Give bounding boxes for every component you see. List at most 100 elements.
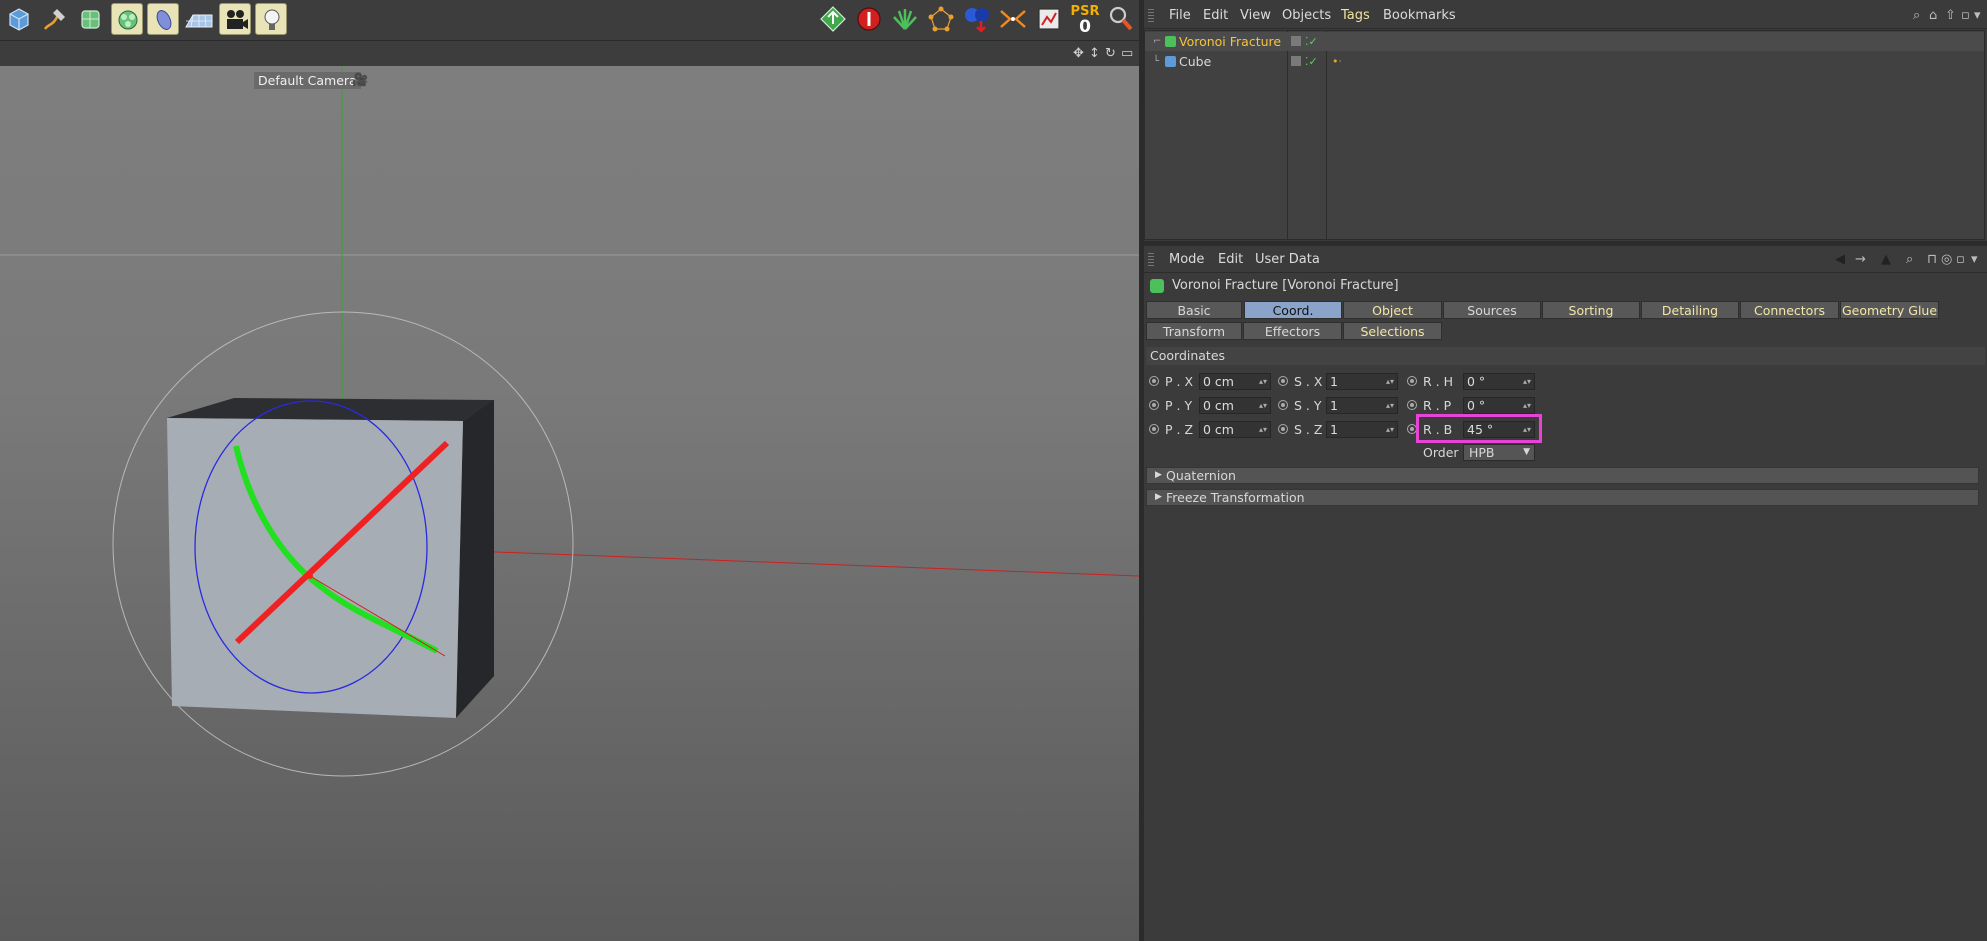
back-arrow-icon[interactable]: ◀ <box>1835 252 1845 267</box>
subdivision-surface-icon[interactable] <box>75 3 107 35</box>
scale-y-field[interactable]: 1 ▴▾ <box>1326 397 1398 414</box>
manager-splitter[interactable] <box>1144 241 1987 246</box>
floor-environment-icon[interactable] <box>183 3 215 35</box>
anim-radio-py[interactable] <box>1149 400 1159 410</box>
visibility-check-icon[interactable]: ⁚✓ <box>1305 52 1318 71</box>
stop-record-icon[interactable] <box>853 3 885 35</box>
grip-handle[interactable] <box>1148 253 1154 267</box>
layer-icon[interactable] <box>1291 56 1301 66</box>
search-icon[interactable]: ⌕ <box>1906 252 1913 267</box>
camera-icon[interactable] <box>219 3 251 35</box>
toggle-view-icon[interactable]: ▭ <box>1121 46 1133 61</box>
tag-icon[interactable]: •ᐧ <box>1332 52 1341 71</box>
light-bulb-icon[interactable] <box>255 3 287 35</box>
viewport-scene[interactable] <box>0 66 1139 941</box>
object-row-cube[interactable]: └ Cube ⁚✓ •ᐧ <box>1145 52 1984 71</box>
position-x-field[interactable]: 0 cm ▴▾ <box>1199 373 1271 390</box>
object-name[interactable]: Voronoi Fracture <box>1179 32 1281 51</box>
move-view-icon[interactable]: ✥ <box>1073 46 1084 61</box>
panel-menu-icon[interactable]: ▾ <box>1971 252 1978 267</box>
tab-sorting[interactable]: Sorting <box>1542 301 1640 319</box>
spinner-icon[interactable]: ▴▾ <box>1386 398 1394 413</box>
tab-object[interactable]: Object <box>1343 301 1442 319</box>
cube-primitive-icon[interactable] <box>3 3 35 35</box>
anim-radio-sz[interactable] <box>1278 424 1288 434</box>
menu-user-data[interactable]: User Data <box>1255 252 1320 267</box>
pen-spline-icon[interactable] <box>39 3 71 35</box>
panel-menu-icon[interactable]: ▾ <box>1974 8 1981 23</box>
render-spheres-icon[interactable] <box>961 3 993 35</box>
forward-arrow-icon[interactable]: → <box>1855 252 1866 267</box>
anim-radio-rp[interactable] <box>1407 400 1417 410</box>
scale-x-field[interactable]: 1 ▴▾ <box>1326 373 1398 390</box>
menu-view[interactable]: View <box>1240 8 1271 23</box>
sy-label: S . Y <box>1294 398 1322 413</box>
menu-edit[interactable]: Edit <box>1203 8 1228 23</box>
sculpt-grass-icon[interactable] <box>889 3 921 35</box>
freeze-transformation-group[interactable]: ▶ Freeze Transformation <box>1146 489 1979 506</box>
rotation-order-select[interactable]: HPB ▼ <box>1463 444 1535 461</box>
new-panel-icon[interactable]: ▫ <box>1956 252 1965 267</box>
tab-coord[interactable]: Coord. <box>1244 301 1342 319</box>
rotate-view-icon[interactable]: ↻ <box>1105 46 1116 61</box>
menu-bookmarks[interactable]: Bookmarks <box>1383 8 1456 23</box>
axis-center-icon[interactable] <box>997 3 1029 35</box>
group-label: Quaternion <box>1166 468 1236 483</box>
anim-radio-rh[interactable] <box>1407 376 1417 386</box>
sx-label: S . X <box>1294 374 1323 389</box>
menu-tags[interactable]: Tags <box>1341 8 1370 23</box>
home-icon[interactable]: ⌂ <box>1929 8 1937 23</box>
scale-z-field[interactable]: 1 ▴▾ <box>1326 421 1398 438</box>
position-y-field[interactable]: 0 cm ▴▾ <box>1199 397 1271 414</box>
zoom-view-icon[interactable]: ↕ <box>1089 46 1100 61</box>
magnifier-search-icon[interactable] <box>1105 3 1137 35</box>
menu-file[interactable]: File <box>1169 8 1191 23</box>
up-arrow-icon[interactable]: ⇧ <box>1945 8 1956 23</box>
psr-indicator[interactable]: PSR 0 <box>1068 3 1102 37</box>
deformer-icon[interactable] <box>147 3 179 35</box>
search-icon[interactable]: ⌕ <box>1913 8 1920 23</box>
tab-sources[interactable]: Sources <box>1443 301 1541 319</box>
lock-icon[interactable]: ⊓ <box>1927 252 1937 267</box>
spinner-icon[interactable]: ▴▾ <box>1523 398 1531 413</box>
anim-radio-px[interactable] <box>1149 376 1159 386</box>
target-icon[interactable]: ◎ <box>1941 252 1952 267</box>
grip-handle[interactable] <box>1148 9 1154 23</box>
points-mode-icon[interactable] <box>925 3 957 35</box>
render-view-icon[interactable] <box>1033 3 1065 35</box>
spinner-icon[interactable]: ▴▾ <box>1386 374 1394 389</box>
tab-selections[interactable]: Selections <box>1343 322 1442 340</box>
position-z-field[interactable]: 0 cm ▴▾ <box>1199 421 1271 438</box>
spinner-icon[interactable]: ▴▾ <box>1523 374 1531 389</box>
rotation-h-field[interactable]: 0 ° ▴▾ <box>1463 373 1535 390</box>
menu-edit[interactable]: Edit <box>1218 252 1243 267</box>
layer-icon[interactable] <box>1291 36 1301 46</box>
anim-radio-pz[interactable] <box>1149 424 1159 434</box>
spinner-icon[interactable]: ▴▾ <box>1259 398 1267 413</box>
tab-detailing[interactable]: Detailing <box>1641 301 1739 319</box>
tab-transform[interactable]: Transform <box>1146 322 1242 340</box>
anim-radio-sy[interactable] <box>1278 400 1288 410</box>
expand-arrow-icon: ▶ <box>1155 492 1162 502</box>
spinner-icon[interactable]: ▴▾ <box>1386 422 1394 437</box>
menu-objects[interactable]: Objects <box>1282 8 1331 23</box>
object-name[interactable]: Cube <box>1179 52 1211 71</box>
anim-radio-sx[interactable] <box>1278 376 1288 386</box>
tab-geometry-glue[interactable]: Geometry Glue <box>1840 301 1939 319</box>
new-panel-icon[interactable]: ▫ <box>1961 8 1970 23</box>
tab-effectors[interactable]: Effectors <box>1243 322 1342 340</box>
object-row-voronoi-fracture[interactable]: ⌐ Voronoi Fracture ⁚✓ <box>1145 32 1984 51</box>
quaternion-group[interactable]: ▶ Quaternion <box>1146 467 1979 484</box>
tab-connectors[interactable]: Connectors <box>1740 301 1839 319</box>
spinner-icon[interactable]: ▴▾ <box>1259 422 1267 437</box>
up-arrow-icon[interactable]: ▲ <box>1881 252 1891 267</box>
tab-basic[interactable]: Basic <box>1146 301 1242 319</box>
snap-diamond-icon[interactable] <box>817 3 849 35</box>
mograph-cloner-icon[interactable] <box>111 3 143 35</box>
object-list[interactable]: ⌐ Voronoi Fracture ⁚✓ └ Cube ⁚✓ •ᐧ <box>1144 30 1985 240</box>
rotation-p-field[interactable]: 0 ° ▴▾ <box>1463 397 1535 414</box>
visibility-check-icon[interactable]: ⁚✓ <box>1305 32 1318 51</box>
main-toolbar: PSR 0 <box>0 0 1139 41</box>
spinner-icon[interactable]: ▴▾ <box>1259 374 1267 389</box>
menu-mode[interactable]: Mode <box>1169 252 1204 267</box>
